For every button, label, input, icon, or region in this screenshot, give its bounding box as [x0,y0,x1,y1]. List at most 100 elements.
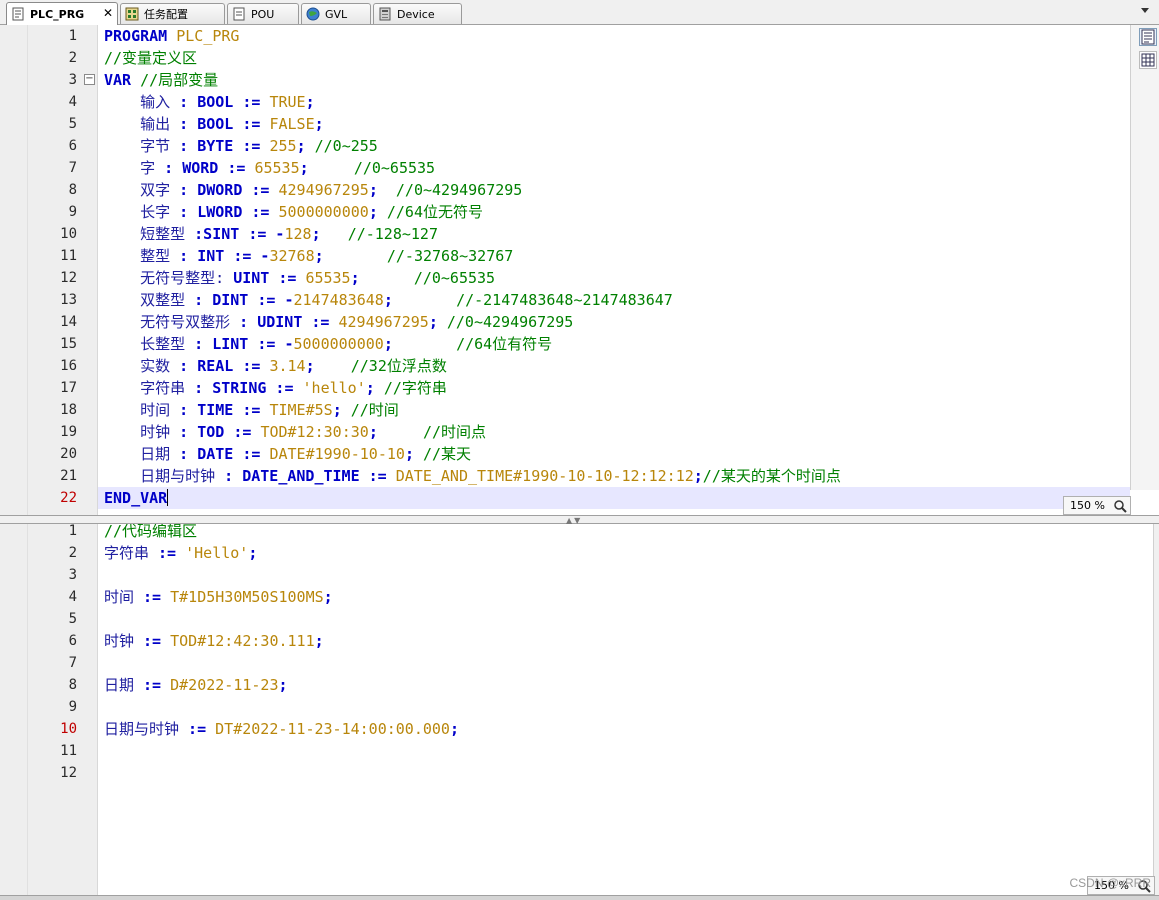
tab-pou[interactable]: POU [227,3,299,24]
line-number: 20 [60,446,77,462]
close-icon[interactable]: ✕ [103,6,113,20]
tab-gvl[interactable]: GVL [301,3,371,24]
code-text[interactable]: PROGRAM PLC_PRG [104,25,239,47]
code-line[interactable]: 13 双整型 : DINT := -2147483648; //-2147483… [0,289,1130,311]
code-line[interactable]: 7 [0,652,1130,674]
code-token: 日期与时钟 [104,720,189,738]
code-line[interactable]: 12 无符号整型: UINT := 65535; //0~65535 [0,267,1130,289]
zoom-magnifier-icon[interactable] [1113,499,1127,513]
code-line[interactable]: 6 字节 : BYTE := 255; //0~255 [0,135,1130,157]
vertical-scrollbar[interactable] [1153,524,1159,895]
code-text[interactable]: //代码编辑区 [104,524,197,542]
code-line[interactable]: 3 [0,564,1130,586]
code-text[interactable]: 时钟 : TOD := TOD#12:30:30; //时间点 [104,421,486,443]
code-text[interactable]: 时间 := T#1D5H30M50S100MS; [104,586,333,608]
code-line[interactable]: 16 实数 : REAL := 3.14; //32位浮点数 [0,355,1130,377]
code-line[interactable]: 22 END_VAR [60,487,1130,509]
code-line[interactable]: 2 //变量定义区 [0,47,1130,69]
code-line[interactable]: 2 字符串 := 'Hello'; [0,542,1130,564]
code-text[interactable]: 时钟 := TOD#12:42:30.111; [104,630,324,652]
watermark: CSDN @xRRR [1069,876,1151,890]
code-token: //64位无符号 [386,203,483,221]
code-token: ; [368,423,423,441]
table-view-icon[interactable] [1139,51,1157,69]
declaration-editor[interactable]: − 1 PROGRAM PLC_PRG 2//变量定义区 3 VAR //局部变量 4 输… [0,25,1159,515]
code-line[interactable]: 9 长字 : LWORD := 5000000000; //64位无符号 [0,201,1130,223]
code-text[interactable]: 日期 := D#2022-11-23; [104,674,288,696]
code-token: := [143,676,171,694]
code-line[interactable]: 18 时间 : TIME := TIME#5S; //时间 [0,399,1130,421]
code-text[interactable]: VAR //局部变量 [104,69,218,91]
code-line[interactable]: 5 输出 : BOOL := FALSE; [0,113,1130,135]
code-text[interactable]: 时间 : TIME := TIME#5S; //时间 [104,399,399,421]
code-text[interactable]: 实数 : REAL := 3.14; //32位浮点数 [104,355,447,377]
implementation-editor[interactable]: 1 //代码编辑区 2 字符串 := 'Hello'; 3 4 时间 := T#1D5H30… [0,524,1159,895]
code-token: 时钟 [104,423,180,441]
code-text[interactable]: 无符号双整形 : UDINT := 4294967295; //0~429496… [104,311,573,333]
code-token: 5000000000 [293,335,384,353]
code-text[interactable]: 字 : WORD := 65535; //0~65535 [104,157,435,179]
line-number: 22 [60,490,77,506]
code-line[interactable]: 10 短整型 :SINT := -128; //-128~127 [0,223,1130,245]
code-line[interactable]: 3 VAR //局部变量 [0,69,1130,91]
code-token: //某天 [423,445,472,463]
code-text[interactable]: END_VAR [104,487,169,509]
code-line[interactable]: 10 日期与时钟 := DT#2022-11-23-14:00:00.000; [0,718,1130,740]
tab-list-dropdown-icon[interactable] [1141,8,1149,13]
code-text[interactable]: 长整型 : LINT := -5000000000; //64位有符号 [104,333,552,355]
code-token: : BOOL := [179,93,270,111]
code-line[interactable]: 17 字符串 : STRING := 'hello'; //字符串 [0,377,1130,399]
code-token: : UDINT := [239,313,339,331]
code-line[interactable]: 14 无符号双整形 : UDINT := 4294967295; //0~429… [0,311,1130,333]
code-line[interactable]: 21 日期与时钟 : DATE_AND_TIME := DATE_AND_TIM… [0,465,1130,487]
line-number: 13 [60,292,77,308]
code-text[interactable]: //变量定义区 [104,47,197,69]
code-text[interactable]: 长字 : LWORD := 5000000000; //64位无符号 [104,201,483,223]
code-text[interactable]: 日期与时钟 : DATE_AND_TIME := DATE_AND_TIME#1… [104,465,841,487]
code-line[interactable]: 4 输入 : BOOL := TRUE; [0,91,1130,113]
code-text[interactable]: 输入 : BOOL := TRUE; [104,91,315,113]
code-token: 实数 [104,357,180,375]
code-token: 'hello' [302,379,366,397]
code-text[interactable]: 字符串 : STRING := 'hello'; //字符串 [104,377,447,399]
code-line[interactable]: 11 整型 : INT := -32768; //-32768~32767 [0,245,1130,267]
vertical-scrollbar[interactable] [1130,25,1159,490]
code-token: 5000000000 [278,203,369,221]
text-view-icon[interactable] [1139,28,1157,46]
code-line[interactable]: 11 [0,740,1130,762]
code-token: 4294967295 [278,181,369,199]
pane-splitter[interactable]: ▲▼ [0,515,1159,525]
code-line[interactable]: 19 时钟 : TOD := TOD#12:30:30; //时间点 [0,421,1130,443]
code-token: UINT := [233,269,306,287]
code-line[interactable]: 7 字 : WORD := 65535; //0~65535 [0,157,1130,179]
tab-task-config[interactable]: 任务配置 [120,3,225,24]
code-line[interactable]: 5 [0,608,1130,630]
code-text[interactable]: 输出 : BOOL := FALSE; [104,113,324,135]
code-text[interactable]: 字符串 := 'Hello'; [104,542,257,564]
code-line[interactable]: 1 PROGRAM PLC_PRG [0,25,1130,47]
code-line[interactable]: 8 日期 := D#2022-11-23; [0,674,1130,696]
code-text[interactable]: 双字 : DWORD := 4294967295; //0~4294967295 [104,179,522,201]
tab-device[interactable]: Device [373,3,462,24]
zoom-control[interactable]: 150 % [1063,496,1131,515]
code-line[interactable]: 12 [0,762,1130,784]
code-line[interactable]: 4 时间 := T#1D5H30M50S100MS; [0,586,1130,608]
code-text[interactable]: 日期与时钟 := DT#2022-11-23-14:00:00.000; [104,718,459,740]
code-text[interactable]: 短整型 :SINT := -128; //-128~127 [104,223,438,245]
code-token: 双整型 [104,291,195,309]
code-text[interactable]: 双整型 : DINT := -2147483648; //-2147483648… [104,289,673,311]
code-line[interactable]: 1 //代码编辑区 [0,524,1130,542]
code-text[interactable]: 日期 : DATE := DATE#1990-10-10; //某天 [104,443,471,465]
code-line[interactable]: 6 时钟 := TOD#12:42:30.111; [0,630,1130,652]
code-text[interactable]: 无符号整型: UINT := 65535; //0~65535 [104,267,495,289]
tab-plc-prg[interactable]: PLC_PRG ✕ [6,2,118,25]
code-token: :SINT := - [194,225,285,243]
code-line[interactable]: 9 [0,696,1130,718]
code-line[interactable]: 20 日期 : DATE := DATE#1990-10-10; //某天 [0,443,1130,465]
code-line[interactable]: 15 长整型 : LINT := -5000000000; //64位有符号 [0,333,1130,355]
code-token: PLC_PRG [176,27,240,45]
code-text[interactable]: 字节 : BYTE := 255; //0~255 [104,135,378,157]
code-line[interactable]: 8 双字 : DWORD := 4294967295; //0~42949672… [0,179,1130,201]
code-text[interactable]: 整型 : INT := -32768; //-32768~32767 [104,245,513,267]
code-token: //-128~127 [347,225,438,243]
